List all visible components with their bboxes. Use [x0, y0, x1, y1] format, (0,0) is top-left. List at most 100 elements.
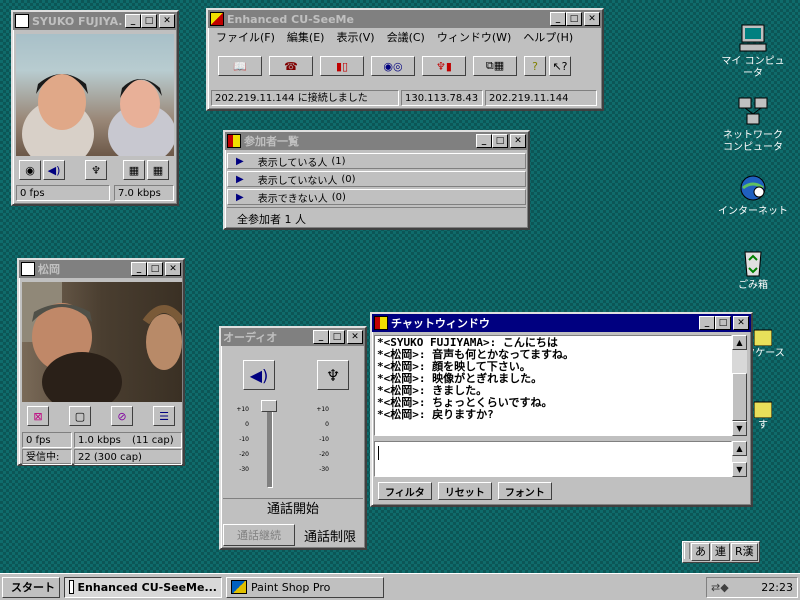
group-count: (0)	[341, 173, 356, 185]
desktop-icon-internet[interactable]: インターネット	[718, 172, 788, 218]
titlebar[interactable]: 松岡 _ □ ✕	[19, 260, 183, 278]
scroll-up-arrow-icon[interactable]: ▲	[732, 335, 747, 350]
scale-label: 0	[325, 421, 329, 428]
video-window-syuko[interactable]: SYUKO FUJIYA... _ □ ✕ ◉ ◀) ♆ ▦ ▦ 0 fps 7…	[11, 10, 179, 206]
close-button[interactable]: ✕	[733, 316, 749, 330]
font-button[interactable]: フォント	[497, 482, 552, 500]
menu-window[interactable]: ウィンドウ(W)	[431, 29, 517, 45]
scroll-down-arrow-icon[interactable]: ▼	[732, 421, 747, 436]
scroll-thumb[interactable]	[732, 373, 747, 421]
titlebar[interactable]: SYUKO FUJIYA... _ □ ✕	[13, 12, 177, 30]
chat-window[interactable]: チャットウィンドウ _ □ ✕ *<SYUKO FUJIYAMA>: こんにちは…	[370, 312, 753, 507]
titlebar[interactable]: 参加者一覧 _ □ ✕	[225, 132, 528, 150]
chat-log-scrollbar[interactable]: ▲ ▼	[732, 335, 747, 436]
talk-continue-button[interactable]: 通話継続	[223, 524, 295, 546]
close-button[interactable]: ✕	[347, 330, 363, 344]
speaker-icon[interactable]: ◀)	[243, 360, 275, 390]
participant-list-window[interactable]: 参加者一覧 _ □ ✕ ▶ 表示している人 (1) ▶ 表示していない人 (0)…	[223, 130, 530, 230]
maximize-button[interactable]: □	[329, 330, 345, 344]
maximize-button[interactable]: □	[492, 134, 508, 148]
close-button[interactable]: ✕	[165, 262, 181, 276]
participant-group-showing[interactable]: ▶ 表示している人 (1)	[227, 153, 526, 169]
chat-input[interactable]	[374, 441, 732, 477]
settings-slider-icon[interactable]: ☰	[153, 406, 175, 426]
reset-button[interactable]: リセット	[437, 482, 492, 500]
ime-mode-button[interactable]: あ	[691, 543, 710, 561]
desktop-icon-network[interactable]: ネットワーク コンピュータ	[718, 96, 788, 154]
connect-icon[interactable]: ☎	[269, 56, 313, 76]
desktop-icon-label: ごみ箱	[738, 280, 768, 291]
mute-video-icon[interactable]: ⊘	[111, 406, 133, 426]
filter-button[interactable]: フィルタ	[378, 482, 432, 500]
help-icon[interactable]: ?	[524, 56, 546, 76]
fps-readout: 0 fps	[22, 432, 72, 448]
chat-app-icon	[374, 316, 388, 330]
clock[interactable]: 22:23	[761, 581, 793, 594]
minimize-button[interactable]: _	[125, 14, 141, 28]
snapshot-icon[interactable]: ⊠	[27, 406, 49, 426]
scroll-up-arrow-icon[interactable]: ▲	[732, 441, 747, 456]
titlebar[interactable]: Enhanced CU-SeeMe _ □ ✕	[208, 10, 602, 28]
scroll-down-arrow-icon[interactable]: ▼	[732, 462, 747, 477]
minimize-button[interactable]: _	[699, 316, 715, 330]
grid-icon[interactable]: ▦	[123, 160, 145, 180]
participant-group-hidden[interactable]: ▶ 表示していない人 (0)	[227, 171, 526, 187]
audio-icon[interactable]: ♆▮	[422, 56, 466, 76]
maximize-button[interactable]: □	[715, 316, 731, 330]
window-size-icon[interactable]: ▢	[69, 406, 91, 426]
menu-edit[interactable]: 編集(E)	[281, 29, 331, 45]
audio-window[interactable]: オーディオ _ □ ✕ ◀) ♆ +10 0 -10 -20 -30 +10 0…	[219, 326, 367, 550]
tile-icon[interactable]: ⧉▦	[473, 56, 517, 76]
participants-icon[interactable]: ▮▯	[320, 56, 364, 76]
maximize-button[interactable]: □	[147, 262, 163, 276]
briefcase-icon	[753, 328, 773, 347]
close-button[interactable]: ✕	[159, 14, 175, 28]
maximize-button[interactable]: □	[141, 14, 157, 28]
microphone-icon[interactable]: ♆	[317, 360, 349, 390]
menu-help[interactable]: ヘルプ(H)	[517, 29, 579, 45]
maximize-button[interactable]: □	[566, 12, 582, 26]
menu-file[interactable]: ファイル(F)	[210, 29, 281, 45]
taskbar-item-paint-shop-pro[interactable]: Paint Shop Pro	[226, 576, 384, 598]
talk-start-button[interactable]: 通話開始	[223, 498, 363, 521]
titlebar[interactable]: オーディオ _ □ ✕	[221, 328, 365, 346]
view-icon[interactable]: ◉◎	[371, 56, 415, 76]
participant-group-unavailable[interactable]: ▶ 表示できない人 (0)	[227, 189, 526, 205]
desktop-icon-recycle-bin[interactable]: ごみ箱	[718, 246, 788, 292]
microphone-icon[interactable]: ♆	[85, 160, 107, 180]
mic-scale: +10 0 -10 -20 -30	[313, 402, 329, 477]
start-button[interactable]: スタート	[2, 576, 60, 598]
grid2-icon[interactable]: ▦	[147, 160, 169, 180]
ime-conversion-button[interactable]: 連	[711, 543, 730, 561]
close-button[interactable]: ✕	[510, 134, 526, 148]
phonebook-icon[interactable]: 📖	[218, 56, 262, 76]
expand-arrow-icon: ▶	[236, 173, 244, 185]
menu-conference[interactable]: 会議(C)	[381, 29, 431, 45]
close-button[interactable]: ✕	[584, 12, 600, 26]
desktop-icon-my-computer[interactable]: マイ コンピュータ	[718, 22, 788, 80]
titlebar[interactable]: チャットウィンドウ _ □ ✕	[372, 314, 751, 332]
minimize-button[interactable]: _	[131, 262, 147, 276]
speaker-icon[interactable]: ◀)	[43, 160, 65, 180]
context-help-icon[interactable]: ↖?	[549, 56, 571, 76]
desktop-icon-label: マイ コンピュータ	[721, 56, 785, 79]
speaker-volume-slider[interactable]	[261, 400, 277, 412]
minimize-button[interactable]: _	[550, 12, 566, 26]
network-icon	[737, 96, 769, 128]
menu-view[interactable]: 表示(V)	[330, 29, 380, 45]
toolbar: 📖 ☎ ▮▯ ◉◎ ♆▮ ⧉▦ ? ↖?	[218, 56, 571, 76]
chat-input-scrollbar[interactable]: ▲ ▼	[732, 441, 747, 477]
taskbar-item-cu-seeme[interactable]: Enhanced CU-SeeMe...	[64, 576, 222, 598]
ime-grip[interactable]	[684, 543, 690, 559]
window-title: SYUKO FUJIYA...	[32, 14, 122, 28]
tray-network-icon[interactable]: ⇄◆	[711, 581, 729, 594]
talk-limit-button[interactable]: 通話制限	[297, 524, 363, 546]
video-window-matsuoka[interactable]: 松岡 _ □ ✕ ⊠ ▢ ⊘ ☰ 0 fps 1.0 kbps (11 cap)…	[17, 258, 185, 466]
ime-kanji-button[interactable]: R漢	[731, 543, 758, 561]
task-label: Paint Shop Pro	[251, 580, 331, 594]
taskbar: スタート Enhanced CU-SeeMe... Paint Shop Pro…	[0, 573, 800, 600]
main-window[interactable]: Enhanced CU-SeeMe _ □ ✕ ファイル(F) 編集(E) 表示…	[206, 8, 604, 111]
minimize-button[interactable]: _	[476, 134, 492, 148]
minimize-button[interactable]: _	[313, 330, 329, 344]
eye-icon[interactable]: ◉	[19, 160, 41, 180]
